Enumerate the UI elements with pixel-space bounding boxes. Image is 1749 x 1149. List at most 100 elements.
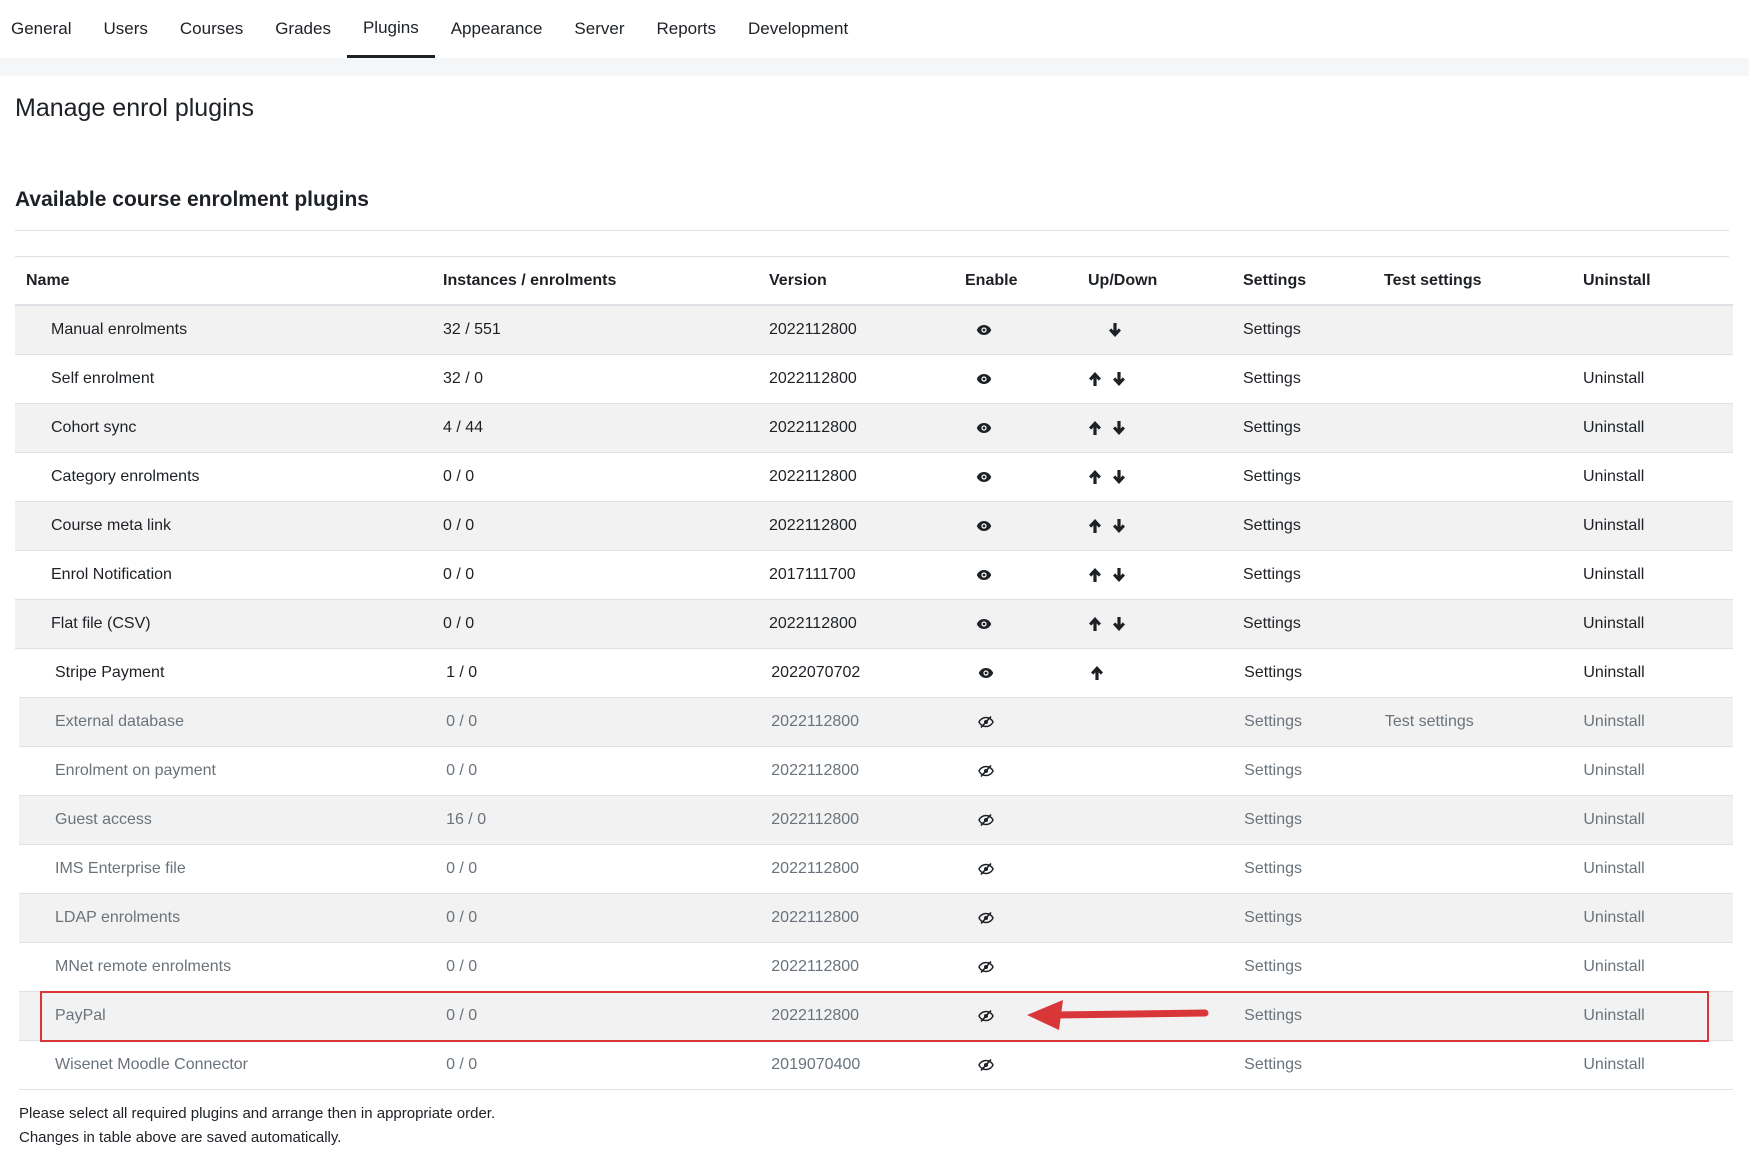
table-header-row: Name Instances / enrolments Version Enab… (15, 257, 1733, 306)
move-down-icon[interactable] (1112, 420, 1126, 436)
header-enable: Enable (965, 271, 1018, 289)
plugin-version: 2022112800 (769, 419, 857, 436)
plugin-name-ldap-enrolments: LDAP enrolments (55, 909, 181, 926)
move-up-icon[interactable] (1088, 420, 1102, 436)
uninstall-link[interactable]: Uninstall (1583, 1056, 1733, 1074)
move-down-icon[interactable] (1112, 567, 1126, 583)
settings-link[interactable]: Settings (1244, 1056, 1385, 1074)
uninstall-link[interactable]: Uninstall (1583, 468, 1733, 486)
move-down-icon[interactable] (1112, 371, 1126, 387)
table-body: Manual enrolments 32 / 551 2022112800 Setti… (15, 306, 1733, 1090)
uninstall-link[interactable]: Uninstall (1583, 517, 1733, 535)
settings-link[interactable]: Settings (1244, 958, 1385, 976)
settings-link[interactable]: Settings (1244, 713, 1385, 731)
move-up-icon[interactable] (1088, 371, 1102, 387)
plugin-instances: 0 / 0 (446, 762, 478, 779)
uninstall-link[interactable]: Uninstall (1583, 762, 1733, 780)
uninstall-link[interactable]: Uninstall (1583, 370, 1733, 388)
settings-link[interactable]: Settings (1243, 468, 1384, 486)
eye-icon[interactable] (965, 618, 1088, 630)
settings-link[interactable]: Settings (1243, 370, 1384, 388)
uninstall-link[interactable]: Uninstall (1583, 713, 1733, 731)
eye-icon[interactable] (967, 667, 1090, 679)
uninstall-link[interactable]: Uninstall (1583, 664, 1733, 682)
plugin-version: 2022112800 (769, 615, 857, 632)
plugin-instances: 1 / 0 (446, 664, 478, 681)
test-settings-link[interactable]: Test settings (1385, 713, 1584, 731)
eye-slash-icon[interactable] (967, 814, 1090, 826)
settings-link[interactable]: Settings (1243, 419, 1384, 437)
eye-icon[interactable] (965, 324, 1088, 336)
annotation-arrow-icon (1027, 1000, 1209, 1030)
tab-appearance[interactable]: Appearance (435, 0, 559, 58)
settings-link[interactable]: Settings (1243, 615, 1384, 633)
settings-link[interactable]: Settings (1244, 909, 1385, 927)
tab-grades[interactable]: Grades (259, 0, 347, 58)
plugin-version: 2022112800 (771, 909, 860, 926)
move-down-icon[interactable] (1108, 322, 1122, 338)
updown-controls (1088, 616, 1243, 632)
plugin-version: 2022112800 (771, 762, 860, 779)
settings-link[interactable]: Settings (1243, 321, 1384, 339)
settings-link[interactable]: Settings (1244, 664, 1385, 682)
eye-icon[interactable] (965, 422, 1088, 434)
uninstall-link[interactable]: Uninstall (1583, 1007, 1733, 1025)
plugin-instances: 16 / 0 (446, 811, 487, 828)
settings-link[interactable]: Settings (1244, 762, 1385, 780)
eye-icon[interactable] (965, 520, 1088, 532)
settings-link[interactable]: Settings (1243, 517, 1384, 535)
move-down-icon[interactable] (1112, 518, 1126, 534)
tab-reports[interactable]: Reports (640, 0, 732, 58)
eye-slash-icon[interactable] (967, 912, 1090, 924)
uninstall-link[interactable]: Uninstall (1583, 566, 1733, 584)
header-name: Name (26, 271, 70, 289)
eye-slash-icon[interactable] (967, 765, 1090, 777)
plugin-instances: 0 / 0 (446, 1007, 478, 1024)
settings-link[interactable]: Settings (1244, 860, 1385, 878)
tab-server[interactable]: Server (558, 0, 640, 58)
eye-slash-icon[interactable] (967, 1059, 1090, 1071)
tab-plugins[interactable]: Plugins (346, 0, 435, 58)
eye-icon[interactable] (965, 471, 1088, 483)
updown-controls (1090, 665, 1245, 681)
move-up-icon[interactable] (1088, 469, 1102, 485)
plugin-name-mnet-remote-enrolments: MNet remote enrolments (55, 958, 232, 975)
tab-courses[interactable]: Courses (164, 0, 259, 58)
plugin-name-enrol-notification: Enrol Notification (51, 566, 172, 583)
move-up-icon[interactable] (1090, 665, 1104, 681)
tab-development[interactable]: Development (732, 0, 864, 58)
section-title: Available course enrolment plugins (15, 188, 369, 211)
move-down-icon[interactable] (1112, 616, 1126, 632)
uninstall-link[interactable]: Uninstall (1583, 615, 1733, 633)
move-up-icon[interactable] (1088, 567, 1102, 583)
plugin-instances: 4 / 44 (443, 419, 484, 436)
enrol-plugins-table: Name Instances / enrolments Version Enab… (15, 257, 1733, 1090)
settings-link[interactable]: Settings (1244, 1007, 1385, 1025)
eye-slash-icon[interactable] (967, 961, 1090, 973)
eye-icon[interactable] (965, 373, 1088, 385)
uninstall-link[interactable]: Uninstall (1583, 419, 1733, 437)
settings-link[interactable]: Settings (1243, 566, 1384, 584)
eye-slash-icon[interactable] (967, 716, 1090, 728)
uninstall-link[interactable]: Uninstall (1583, 909, 1733, 927)
uninstall-link[interactable]: Uninstall (1583, 811, 1733, 829)
move-up-icon[interactable] (1088, 616, 1102, 632)
plugin-name-manual-enrolments: Manual enrolments (51, 321, 188, 338)
uninstall-link[interactable]: Uninstall (1583, 860, 1733, 878)
move-down-icon[interactable] (1112, 469, 1126, 485)
move-up-icon[interactable] (1088, 518, 1102, 534)
tab-users[interactable]: Users (87, 0, 163, 58)
eye-icon[interactable] (965, 569, 1088, 581)
section-divider (15, 230, 1729, 231)
tab-general[interactable]: General (0, 0, 87, 58)
table-row: Cohort sync 4 / 44 2022112800 Settings Unins… (15, 404, 1733, 453)
settings-link[interactable]: Settings (1244, 811, 1385, 829)
eye-slash-icon[interactable] (967, 863, 1090, 875)
header-version: Version (769, 271, 827, 289)
plugin-version: 2019070400 (771, 1056, 861, 1073)
updown-controls (1088, 567, 1243, 583)
plugin-instances: 0 / 0 (443, 615, 475, 632)
updown-controls (1088, 371, 1243, 387)
plugin-instances: 0 / 0 (446, 958, 478, 975)
uninstall-link[interactable]: Uninstall (1583, 958, 1733, 976)
